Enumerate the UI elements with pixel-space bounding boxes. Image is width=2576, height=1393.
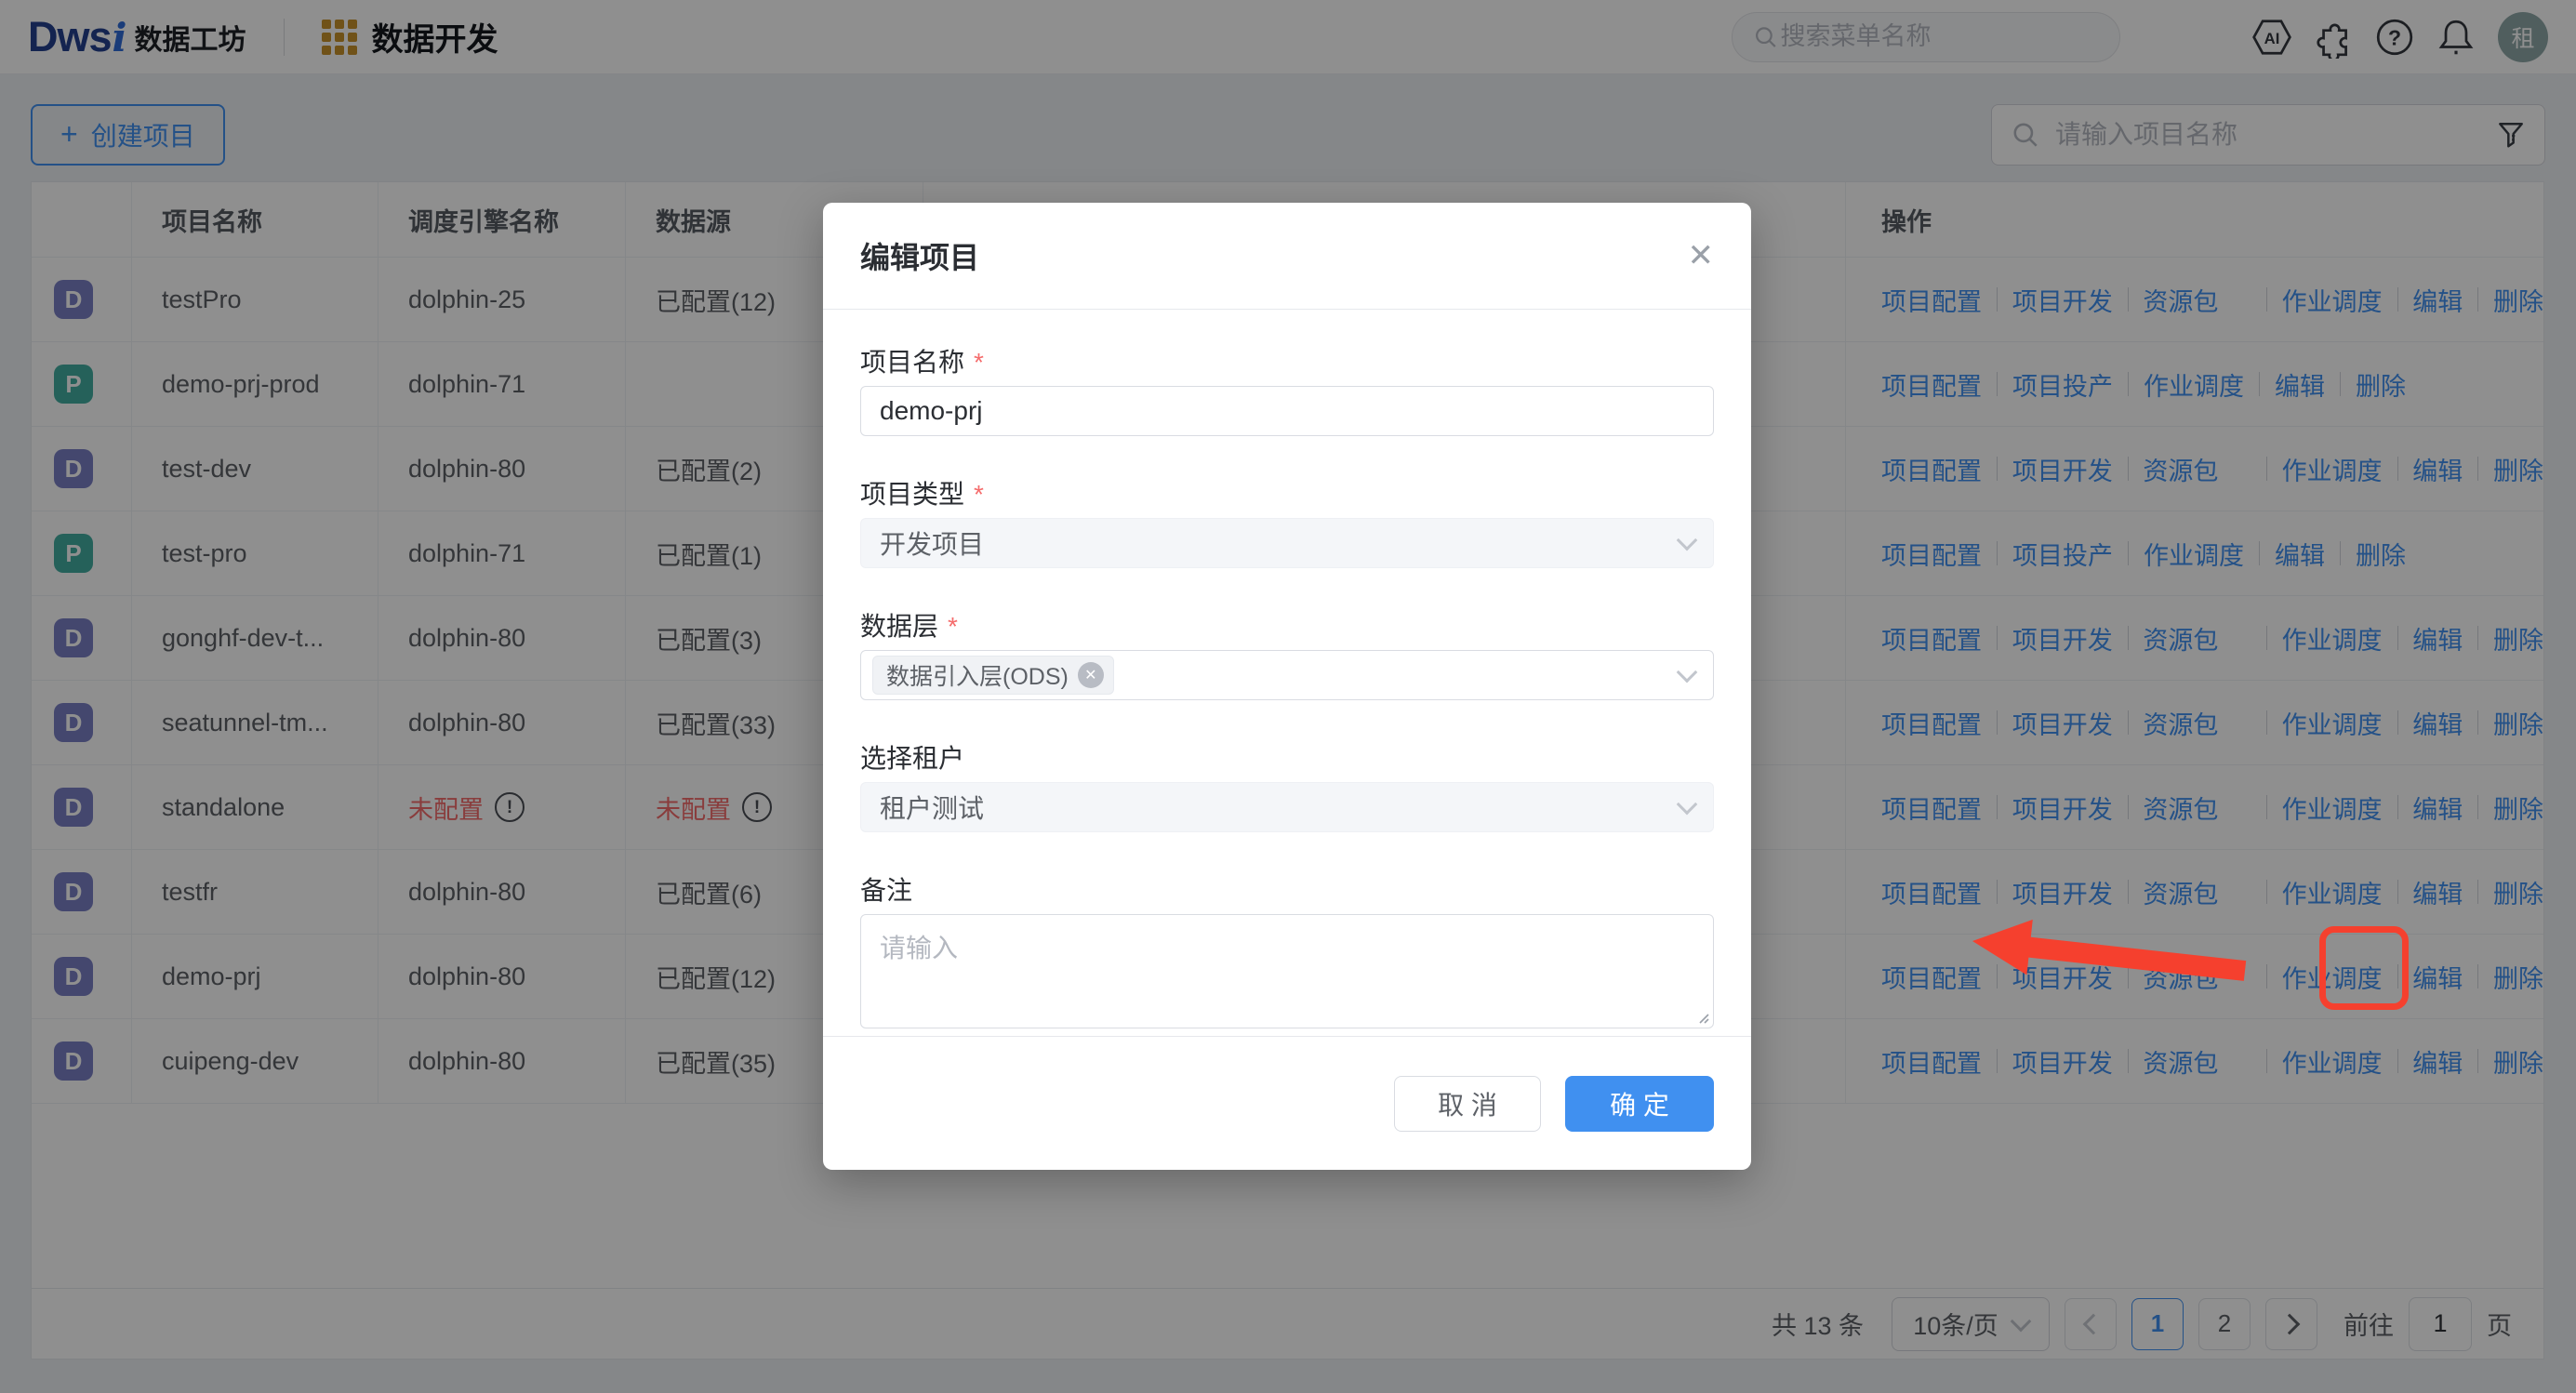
data-layer-tag: 数据引入层(ODS) ✕ [872, 656, 1114, 695]
required-star: * [974, 481, 984, 509]
tag-remove-icon[interactable]: ✕ [1078, 662, 1104, 688]
required-star: * [948, 613, 958, 641]
modal-body: 项目名称* 项目类型* 开发项目 数据层* 数据引 [823, 349, 1751, 1028]
project-name-input[interactable] [860, 386, 1714, 436]
field-project-name: 项目名称* [860, 349, 1714, 436]
edit-highlight-box [2319, 926, 2409, 1010]
field-tenant: 选择租户 租户测试 [860, 745, 1714, 832]
data-layer-label: 数据层* [860, 613, 1714, 641]
confirm-button[interactable]: 确 定 [1565, 1076, 1714, 1132]
edit-project-modal: 编辑项目 ✕ 项目名称* 项目类型* 开发项目 [823, 203, 1751, 1170]
app: Dws i 数据工坊 数据开发 AI [0, 0, 2576, 1393]
close-icon[interactable]: ✕ [1688, 240, 1715, 272]
remark-textarea[interactable]: 请输入 [860, 914, 1714, 1028]
project-type-value: 开发项目 [880, 524, 984, 562]
project-name-label: 项目名称* [860, 349, 1714, 377]
chevron-down-icon [1677, 530, 1698, 551]
annotation-arrow [1958, 911, 2264, 1000]
chevron-down-icon [1677, 662, 1698, 683]
remark-placeholder: 请输入 [880, 934, 958, 962]
tenant-value: 租户测试 [880, 789, 984, 826]
data-layer-tag-label: 数据引入层(ODS) [886, 658, 1069, 692]
chevron-down-icon [1677, 794, 1698, 816]
cancel-button[interactable]: 取 消 [1394, 1076, 1541, 1132]
tenant-select[interactable]: 租户测试 [860, 782, 1714, 832]
modal-footer: 取 消 确 定 [823, 1036, 1751, 1170]
required-star: * [974, 349, 984, 377]
field-project-type: 项目类型* 开发项目 [860, 481, 1714, 568]
field-data-layer: 数据层* 数据引入层(ODS) ✕ [860, 613, 1714, 700]
field-remark: 备注 请输入 [860, 877, 1714, 1028]
data-layer-select[interactable]: 数据引入层(ODS) ✕ [860, 650, 1714, 700]
modal-header: 编辑项目 ✕ [823, 203, 1751, 310]
project-type-select[interactable]: 开发项目 [860, 518, 1714, 568]
remark-label: 备注 [860, 877, 1714, 905]
project-type-label: 项目类型* [860, 481, 1714, 509]
modal-title: 编辑项目 [860, 234, 979, 277]
tenant-label: 选择租户 [860, 745, 1714, 773]
resize-handle-icon[interactable] [1694, 1009, 1709, 1024]
